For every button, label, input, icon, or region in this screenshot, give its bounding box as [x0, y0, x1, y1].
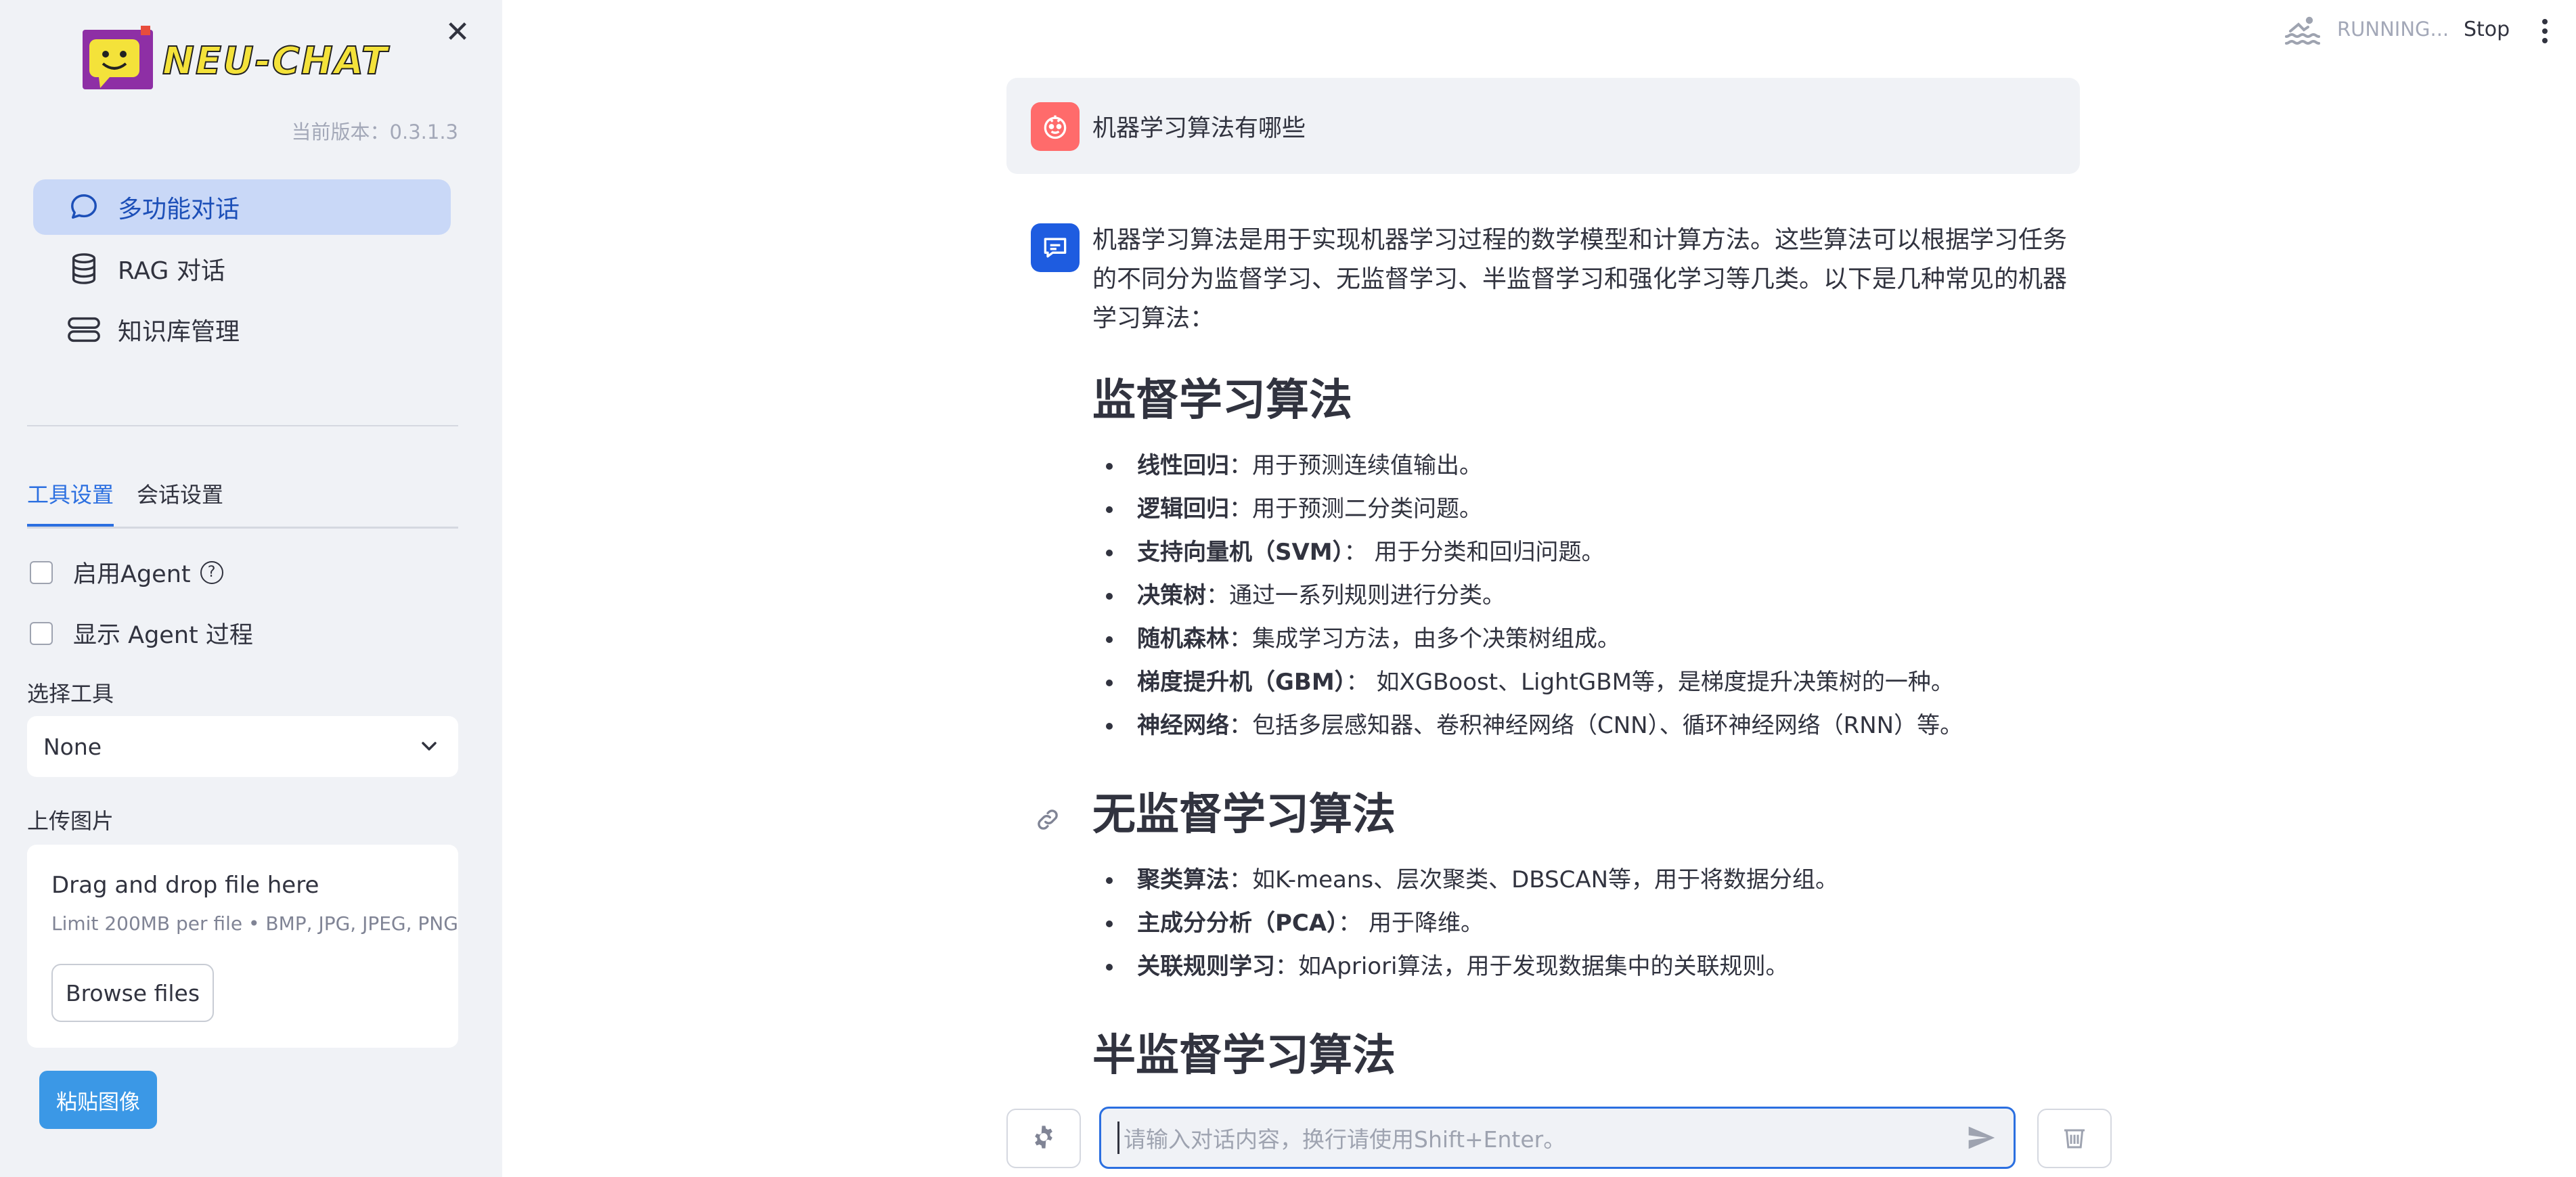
item-term: 关联规则学习 [1137, 953, 1275, 980]
select-value: None [43, 733, 102, 760]
file-dropzone[interactable]: Drag and drop file here Limit 200MB per … [27, 845, 458, 1048]
item-desc: ： 用于降维。 [1338, 910, 1484, 937]
select-tool-dropdown[interactable]: None [27, 716, 458, 777]
item-desc: ： 用于分类和回归问题。 [1343, 539, 1605, 566]
list-item: 线性回归：用于预测连续值输出。 [1092, 444, 2077, 487]
item-desc: ：包括多层感知器、卷积神经网络（CNN）、循环神经网络（RNN）等。 [1229, 712, 1963, 739]
select-tool-label: 选择工具 [27, 681, 114, 707]
nav-item-multi-chat[interactable]: 多功能对话 [33, 179, 451, 235]
item-term: 线性回归 [1137, 452, 1229, 479]
nav-label: 多功能对话 [118, 196, 240, 223]
item-desc: ： 如XGBoost、LightGBM等，是梯度提升决策树的一种。 [1346, 669, 1954, 696]
item-desc: ：用于预测连续值输出。 [1229, 452, 1482, 479]
nav-item-knowledge-base[interactable]: 知识库管理 [33, 302, 451, 357]
nav-label: RAG 对话 [118, 257, 225, 285]
section-list: 线性回归：用于预测连续值输出。 逻辑回归：用于预测二分类问题。 支持向量机（SV… [1092, 444, 2077, 747]
section-heading: 监督学习算法 [1092, 376, 1352, 426]
item-term: 支持向量机（SVM） [1137, 539, 1344, 566]
chat-input[interactable]: 请输入对话内容，换行请使用Shift+Enter。 [1099, 1107, 2016, 1169]
item-desc: ：集成学习方法，由多个决策树组成。 [1229, 625, 1620, 652]
item-desc: ：通过一系列规则进行分类。 [1206, 582, 1505, 609]
list-item: 决策树：通过一系列规则进行分类。 [1092, 574, 2077, 617]
nav-label: 知识库管理 [118, 318, 240, 346]
question-circle-icon[interactable]: ? [200, 560, 223, 584]
chevron-down-icon [419, 735, 439, 759]
item-term: 决策树 [1137, 582, 1206, 609]
link-icon[interactable] [1034, 806, 1061, 833]
item-term: 神经网络 [1137, 712, 1229, 739]
chat-bubble-icon [64, 192, 104, 223]
nav-item-rag-chat[interactable]: RAG 对话 [33, 241, 451, 296]
trash-icon [2061, 1124, 2088, 1153]
user-message-text: 机器学习算法有哪些 [1092, 115, 1306, 142]
user-message: 机器学习算法有哪些 [1006, 78, 2080, 174]
section-heading: 无监督学习算法 [1092, 790, 1396, 840]
item-term: 梯度提升机（GBM） [1137, 669, 1346, 696]
swimmer-icon [2284, 14, 2322, 47]
list-item: 随机森林：集成学习方法，由多个决策树组成。 [1092, 617, 2077, 661]
database-icon [64, 253, 104, 284]
message-icon [1031, 223, 1080, 272]
list-item: 主成分分析（PCA）： 用于降维。 [1092, 902, 2077, 945]
app-logo: NEU-CHAT [83, 24, 401, 92]
dropzone-title: Drag and drop file here [51, 872, 319, 899]
dropzone-limit: Limit 200MB per file • BMP, JPG, JPEG, P… [51, 912, 458, 935]
running-status: RUNNING... [2337, 18, 2449, 41]
checkbox-label: 显示 Agent 过程 [73, 622, 253, 649]
chat-input-placeholder: 请输入对话内容，换行请使用Shift+Enter。 [1117, 1122, 1565, 1154]
server-stack-icon [64, 316, 104, 343]
checkbox-box[interactable] [30, 560, 53, 584]
sidebar: NEU-CHAT ✕ 当前版本：0.3.1.3 多功能对话 RAG 对话 知识库… [0, 0, 502, 1177]
checkbox-box[interactable] [30, 621, 53, 645]
list-item: 梯度提升机（GBM）： 如XGBoost、LightGBM等，是梯度提升决策树的… [1092, 661, 2077, 704]
item-desc: ：用于预测二分类问题。 [1229, 495, 1482, 523]
section-heading: 半监督学习算法 [1092, 1031, 1396, 1081]
item-term: 聚类算法 [1137, 866, 1229, 893]
browse-files-button[interactable]: Browse files [51, 964, 214, 1022]
sidebar-divider [27, 425, 458, 426]
list-item: 关联规则学习：如Apriori算法，用于发现数据集中的关联规则。 [1092, 945, 2077, 988]
more-vertical-icon[interactable] [2542, 19, 2549, 46]
tab-tool-settings[interactable]: 工具设置 [27, 476, 114, 527]
enable-agent-checkbox[interactable]: 启用Agent ? [30, 555, 223, 590]
assistant-intro-text: 机器学习算法是用于实现机器学习过程的数学模型和计算方法。这些算法可以根据学习任务… [1092, 226, 2068, 332]
show-agent-process-checkbox[interactable]: 显示 Agent 过程 [30, 616, 253, 650]
stop-button[interactable]: Stop [2464, 18, 2510, 41]
close-icon[interactable]: ✕ [441, 16, 474, 49]
clear-chat-button[interactable] [2037, 1109, 2112, 1168]
settings-tabs: 工具设置 会话设置 [27, 474, 458, 529]
gear-icon [1030, 1124, 1057, 1153]
upload-image-label: 上传图片 [27, 808, 114, 834]
assistant-message: 机器学习算法是用于实现机器学习过程的数学模型和计算方法。这些算法可以根据学习任务… [1092, 221, 2077, 1083]
face-icon [1031, 102, 1080, 151]
item-desc: ：如Apriori算法，用于发现数据集中的关联规则。 [1275, 953, 1789, 980]
logo-text: NEU-CHAT [162, 39, 388, 84]
paste-image-button[interactable]: 粘贴图像 [39, 1071, 157, 1129]
item-term: 随机森林 [1137, 625, 1229, 652]
checkbox-label: 启用Agent [73, 561, 191, 588]
item-term: 主成分分析（PCA） [1137, 910, 1339, 937]
list-item: 神经网络：包括多层感知器、卷积神经网络（CNN）、循环神经网络（RNN）等。 [1092, 704, 2077, 747]
send-icon[interactable] [1965, 1122, 1997, 1154]
settings-button[interactable] [1006, 1109, 1081, 1168]
tab-session-settings[interactable]: 会话设置 [137, 476, 223, 524]
item-desc: ：如K-means、层次聚类、DBSCAN等，用于将数据分组。 [1229, 866, 1839, 893]
list-item: 聚类算法：如K-means、层次聚类、DBSCAN等，用于将数据分组。 [1092, 858, 2077, 902]
list-item: 逻辑回归：用于预测二分类问题。 [1092, 487, 2077, 531]
section-list: 聚类算法：如K-means、层次聚类、DBSCAN等，用于将数据分组。 主成分分… [1092, 858, 2077, 988]
list-item: 支持向量机（SVM）： 用于分类和回归问题。 [1092, 531, 2077, 574]
item-term: 逻辑回归 [1137, 495, 1229, 523]
version-label: 当前版本：0.3.1.3 [291, 120, 458, 143]
